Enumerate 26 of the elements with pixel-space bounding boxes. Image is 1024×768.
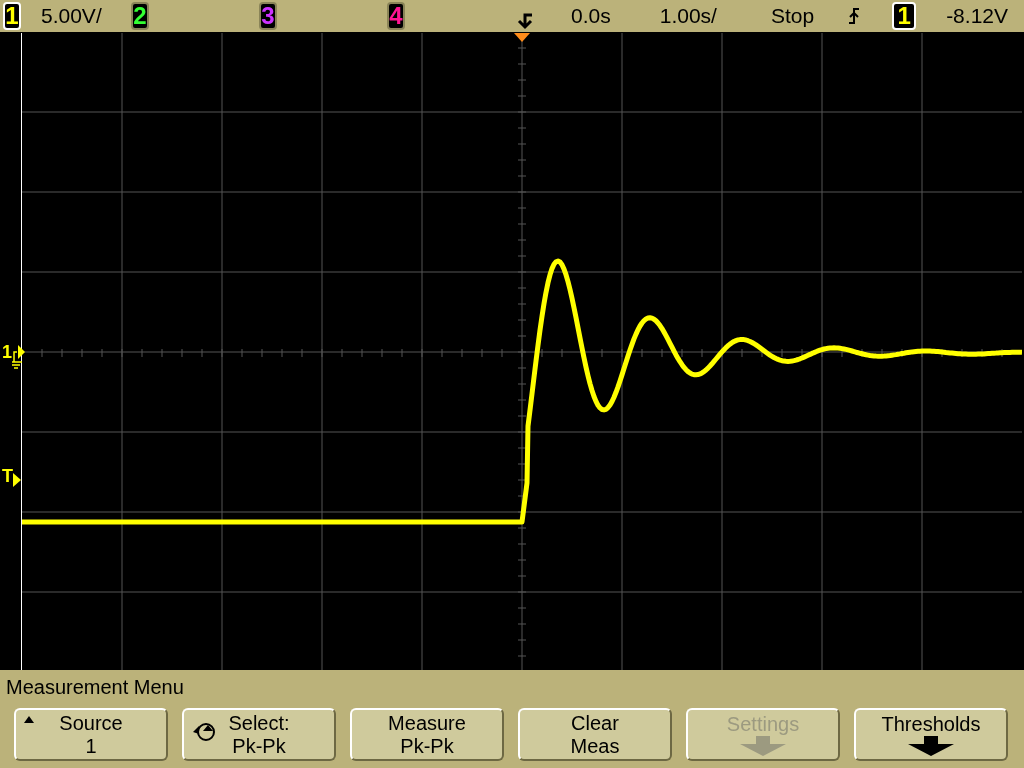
- time-per-div: 1.00s/: [659, 4, 717, 28]
- menu-title: Measurement Menu: [6, 675, 185, 700]
- channel-badge: 1: [3, 2, 21, 30]
- time-delay: 0.0s: [571, 4, 611, 28]
- softkey[interactable]: Clear Meas: [518, 708, 672, 761]
- up-triangle-icon: [24, 716, 34, 723]
- softkey[interactable]: Source 1: [14, 708, 168, 761]
- down-arrow-icon: [738, 736, 788, 756]
- softkey[interactable]: Select: Pk-Pk: [182, 708, 336, 761]
- channel-badge: 2: [131, 2, 149, 30]
- channel-badge: 3: [259, 2, 277, 30]
- run-state: Stop: [770, 4, 815, 28]
- ground-marker-label: 1: [2, 343, 12, 361]
- softkey[interactable]: Thresholds: [854, 708, 1008, 761]
- trigger-level: -8.12V: [946, 4, 1008, 28]
- softkey[interactable]: Measure Pk-Pk: [350, 708, 504, 761]
- ground-marker-icon: [12, 343, 26, 369]
- trigger-position-icon: [515, 12, 535, 30]
- rotary-knob-icon: [192, 722, 218, 742]
- rising-edge-icon: [848, 7, 861, 25]
- down-arrow-icon: [906, 736, 956, 756]
- trigger-marker-label: T: [2, 467, 13, 485]
- volts-per-div: 5.00V/: [41, 4, 102, 28]
- channel-badge: 4: [387, 2, 405, 30]
- trigger-source-badge: 1: [892, 2, 917, 30]
- trigger-marker-icon: [13, 473, 21, 487]
